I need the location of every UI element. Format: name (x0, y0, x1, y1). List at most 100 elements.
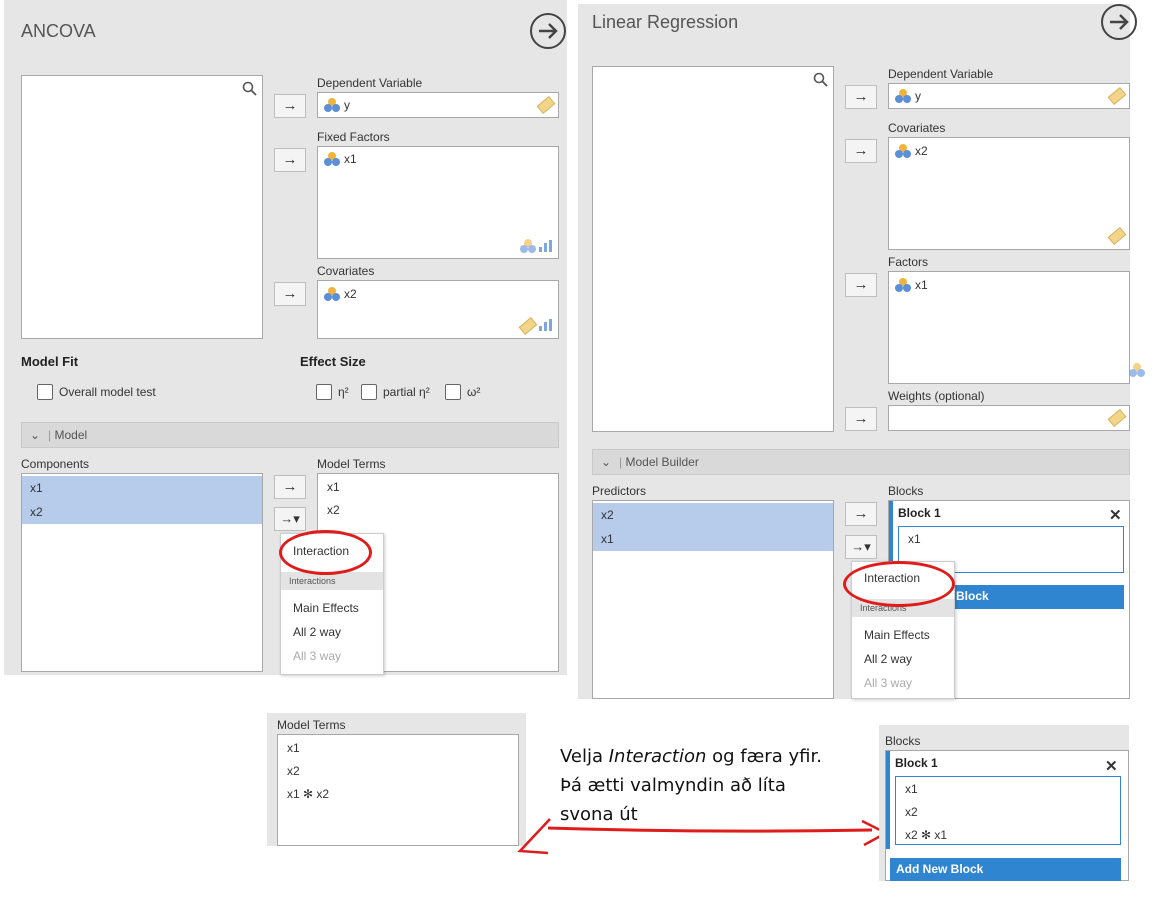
move-factors-button[interactable]: → (845, 273, 877, 297)
block-title: Block 1 (898, 506, 941, 520)
partial-eta-label: partial η² (383, 385, 430, 399)
result-block-item[interactable]: x2 ✻ x1 (905, 828, 947, 842)
covariate-item[interactable]: x2 (324, 287, 357, 301)
effect-size-heading: Effect Size (300, 354, 366, 369)
predictors-label: Predictors (592, 484, 647, 498)
instruction-line-2: Þá ætti valmyndin að líta (560, 775, 786, 796)
highlight-circle (279, 530, 372, 575)
run-arrow-icon[interactable] (530, 13, 566, 49)
move-covariates-button[interactable]: → (845, 139, 877, 163)
menu-item-main-effects[interactable]: Main Effects (864, 628, 930, 642)
chevron-down-icon: ⌄ (601, 455, 612, 469)
model-terms-label: Model Terms (317, 457, 386, 471)
add-term-button[interactable]: → (274, 475, 306, 499)
predictor-item[interactable]: x1 (593, 527, 833, 551)
omega-squared-label: ω² (467, 385, 481, 399)
nominal-icon (324, 98, 340, 112)
nominal-icon (895, 144, 911, 158)
result-block-title: Block 1 (895, 756, 938, 770)
overall-model-test-checkbox[interactable] (37, 384, 53, 400)
run-arrow-icon[interactable] (1101, 4, 1137, 40)
add-new-block-button[interactable]: Add New Block (890, 858, 1121, 881)
close-icon[interactable]: ✕ (1109, 506, 1122, 524)
linreg-variable-list[interactable] (592, 66, 834, 432)
ancova-variable-list[interactable] (21, 75, 263, 339)
model-builder-section-header[interactable]: ⌄ | Model Builder (592, 449, 1130, 475)
model-section-header[interactable]: ⌄ | Model (21, 422, 559, 448)
model-builder-label: Model Builder (625, 455, 699, 469)
partial-eta-checkbox[interactable] (361, 384, 377, 400)
dependent-var-label: y (915, 89, 921, 103)
result-blocks-label: Blocks (885, 734, 921, 748)
nominal-type-icon (1129, 363, 1146, 377)
nominal-icon (895, 89, 911, 103)
fixed-var-label: x1 (344, 152, 357, 166)
section-divider: | (48, 428, 52, 442)
menu-item-all-2-way[interactable]: All 2 way (864, 652, 912, 666)
covariate-var-label: x2 (344, 287, 357, 301)
model-term-item[interactable]: x1 (327, 480, 340, 494)
result-block-item[interactable]: x1 (905, 782, 918, 796)
factor-var-label: x1 (915, 278, 928, 292)
fixed-factors-label: Fixed Factors (317, 130, 390, 144)
result-block-item[interactable]: x2 (905, 805, 918, 819)
dependent-variable-field[interactable] (317, 92, 559, 118)
blocks-label: Blocks (888, 484, 924, 498)
predictor-item[interactable]: x2 (593, 503, 833, 527)
weights-field[interactable] (888, 405, 1130, 431)
close-icon[interactable]: ✕ (1105, 757, 1118, 775)
factors-label: Factors (888, 255, 929, 269)
add-term-dropdown-button[interactable]: →▾ (274, 507, 306, 531)
add-term-dropdown-button[interactable]: →▾ (845, 535, 877, 559)
search-icon[interactable] (242, 81, 258, 102)
double-arrow-annotation (517, 818, 889, 855)
factor-item[interactable]: x1 (895, 278, 928, 292)
weights-label: Weights (optional) (888, 389, 985, 403)
nominal-type-icon (520, 239, 536, 253)
linreg-title: Linear Regression (592, 12, 739, 32)
move-fixed-factors-button[interactable]: → (274, 148, 306, 172)
covariates-label: Covariates (317, 264, 375, 278)
model-fit-heading: Model Fit (21, 354, 79, 369)
nominal-icon (895, 278, 911, 292)
menu-item-main-effects[interactable]: Main Effects (293, 601, 359, 615)
move-dependent-button[interactable]: → (845, 85, 877, 109)
move-covariates-button[interactable]: → (274, 282, 306, 306)
menu-item-all-2-way[interactable]: All 2 way (293, 625, 341, 639)
block-term-item[interactable]: x1 (908, 532, 921, 546)
dependent-variable-field[interactable] (888, 83, 1130, 109)
fixed-factor-item[interactable]: x1 (324, 152, 357, 166)
search-icon[interactable] (813, 72, 829, 93)
ordinal-type-icon (539, 319, 553, 331)
ancova-title: ANCOVA (21, 21, 96, 41)
covariate-var-label: x2 (915, 144, 928, 158)
nominal-icon (324, 287, 340, 301)
result-term-item[interactable]: x1 (287, 741, 300, 755)
instruction-line-1: Velja Interaction og færa yfir. (560, 746, 822, 767)
result-term-item[interactable]: x1 ✻ x2 (287, 787, 329, 801)
menu-item-all-3-way: All 3 way (864, 676, 913, 690)
covariates-label: Covariates (888, 121, 946, 135)
model-term-item[interactable]: x2 (327, 503, 340, 517)
components-label: Components (21, 457, 90, 471)
dependent-variable-label: Dependent Variable (317, 76, 423, 90)
dependent-var-label: y (344, 98, 350, 112)
eta-squared-label: η² (338, 385, 349, 399)
highlight-circle (843, 561, 955, 607)
menu-item-all-3-way: All 3 way (293, 649, 342, 663)
block-accent-bar (886, 751, 890, 849)
move-dependent-button[interactable]: → (274, 94, 306, 118)
result-term-item[interactable]: x2 (287, 764, 300, 778)
covariate-item[interactable]: x2 (895, 144, 928, 158)
omega-squared-checkbox[interactable] (445, 384, 461, 400)
add-term-button[interactable]: → (845, 502, 877, 526)
section-divider: | (619, 455, 623, 469)
component-item[interactable]: x2 (22, 500, 262, 524)
dependent-var-item[interactable]: y (895, 89, 921, 103)
dependent-var-item[interactable]: y (324, 98, 350, 112)
component-item[interactable]: x1 (22, 476, 262, 500)
eta-squared-checkbox[interactable] (316, 384, 332, 400)
move-weights-button[interactable]: → (845, 407, 877, 431)
model-section-label: Model (54, 428, 88, 442)
chevron-down-icon: ⌄ (30, 428, 41, 442)
